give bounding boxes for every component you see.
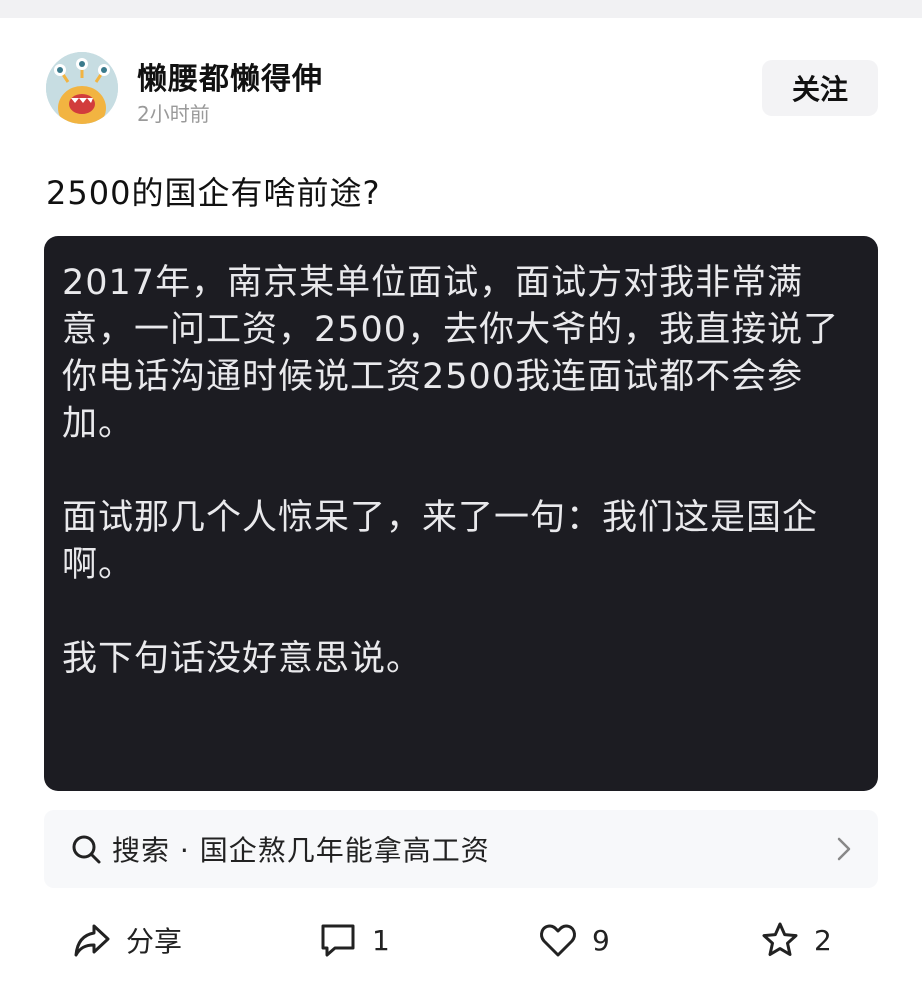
author-name[interactable]: 懒腰都懒得伸 [137,54,323,98]
heart-icon [540,924,576,957]
top-divider [0,0,922,18]
related-search-bar[interactable]: 搜索 · 国企熬几年能拿高工资 [44,810,878,888]
post-title: 2500的国企有啥前途? [46,174,381,212]
monster-avatar-icon [46,52,118,124]
favorite-button[interactable]: 2 [760,918,832,962]
comment-button[interactable]: 1 [318,918,390,962]
share-label: 分享 [126,925,183,958]
action-bar: 分享 1 9 2 [0,908,922,968]
search-suggestion: 搜索 · 国企熬几年能拿高工资 [112,834,490,867]
follow-button[interactable]: 关注 [762,60,878,116]
comment-count: 1 [372,923,390,957]
search-icon [72,835,101,864]
post-time: 2小时前 [137,102,210,126]
post-paragraph: 我下句话没好意思说。 [62,639,423,679]
post-content-card: 2017年，南京某单位面试，面试方对我非常满意，一问工资，2500，去你大爷的，… [44,236,878,791]
post-paragraph: 2017年，南京某单位面试，面试方对我非常满意，一问工资，2500，去你大爷的，… [62,263,840,444]
post-paragraph: 面试那几个人惊呆了，来了一句：我们这是国企啊。 [62,498,819,585]
chevron-right-icon [837,837,851,861]
avatar[interactable] [46,52,118,124]
like-button[interactable]: 9 [538,918,610,962]
share-button[interactable]: 分享 [72,918,182,962]
comment-icon [321,924,355,957]
like-count: 9 [592,923,610,957]
favorite-count: 2 [814,923,832,957]
post-header: 懒腰都懒得伸 2小时前 关注 [0,18,922,138]
star-icon [762,922,798,956]
share-icon [74,924,110,957]
